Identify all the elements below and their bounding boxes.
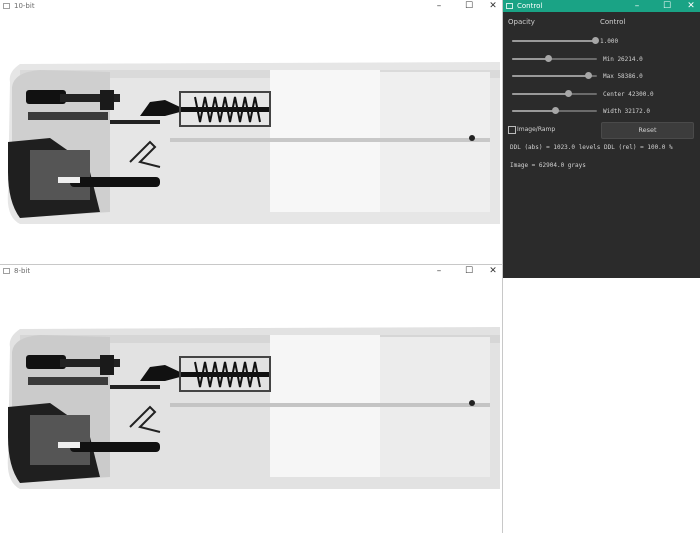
- close-icon[interactable]: ✕: [488, 266, 498, 276]
- window-title: 10-bit: [14, 2, 35, 10]
- app-icon: [506, 3, 513, 9]
- window-10bit: 10-bit – ☐ ✕: [0, 0, 502, 264]
- slider-thumb[interactable]: [584, 72, 592, 79]
- control-titlebar[interactable]: Control – ☐ ✕: [503, 0, 700, 12]
- ddl-abs-readout: DDL (abs) = 1023.0 levels: [510, 144, 601, 151]
- image-grays-readout: Image = 62904.0 grays: [510, 162, 586, 169]
- center-value: Center 42300.0: [603, 91, 654, 98]
- max-slider[interactable]: [512, 72, 597, 79]
- min-slider[interactable]: [512, 55, 597, 62]
- center-slider[interactable]: [512, 90, 597, 97]
- width-slider[interactable]: [512, 107, 597, 114]
- control-header: Control: [600, 18, 626, 26]
- app-icon: [3, 3, 10, 9]
- width-value: Width 32172.0: [603, 108, 650, 115]
- maximize-icon[interactable]: ☐: [464, 266, 474, 276]
- slider-thumb[interactable]: [551, 107, 559, 114]
- minimize-icon[interactable]: –: [632, 1, 642, 11]
- xray-image-8bit: [0, 277, 502, 533]
- titlebar-8bit[interactable]: 8-bit – ☐ ✕: [0, 265, 502, 277]
- close-icon[interactable]: ✕: [488, 1, 498, 11]
- opacity-slider[interactable]: [512, 37, 600, 44]
- control-window: Control – ☐ ✕ Opacity Control 1.000 Min …: [503, 0, 700, 278]
- opacity-value: 1.000: [600, 38, 619, 45]
- image-ramp-label: Image/Ramp: [517, 126, 556, 133]
- titlebar-10bit[interactable]: 10-bit – ☐ ✕: [0, 0, 502, 12]
- app-icon: [3, 268, 10, 274]
- slider-thumb[interactable]: [544, 55, 552, 62]
- xray-image-10bit: [0, 12, 502, 264]
- reset-button[interactable]: Reset: [601, 122, 694, 139]
- minimize-icon[interactable]: –: [434, 266, 444, 276]
- close-icon[interactable]: ✕: [686, 1, 696, 11]
- min-value: Min 26214.0: [603, 56, 643, 63]
- slider-thumb[interactable]: [592, 37, 600, 44]
- window-title: 8-bit: [14, 267, 31, 275]
- window-8bit: 8-bit – ☐ ✕: [0, 265, 502, 533]
- image-ramp-checkbox[interactable]: [508, 126, 516, 134]
- minimize-icon[interactable]: –: [434, 1, 444, 11]
- maximize-icon[interactable]: ☐: [464, 1, 474, 11]
- control-window-title: Control: [517, 2, 543, 10]
- slider-thumb[interactable]: [565, 90, 573, 97]
- ddl-rel-readout: DDL (rel) = 100.0 %: [604, 144, 673, 151]
- max-value: Max 58386.0: [603, 73, 643, 80]
- maximize-icon[interactable]: ☐: [662, 1, 672, 11]
- opacity-header: Opacity: [508, 18, 535, 26]
